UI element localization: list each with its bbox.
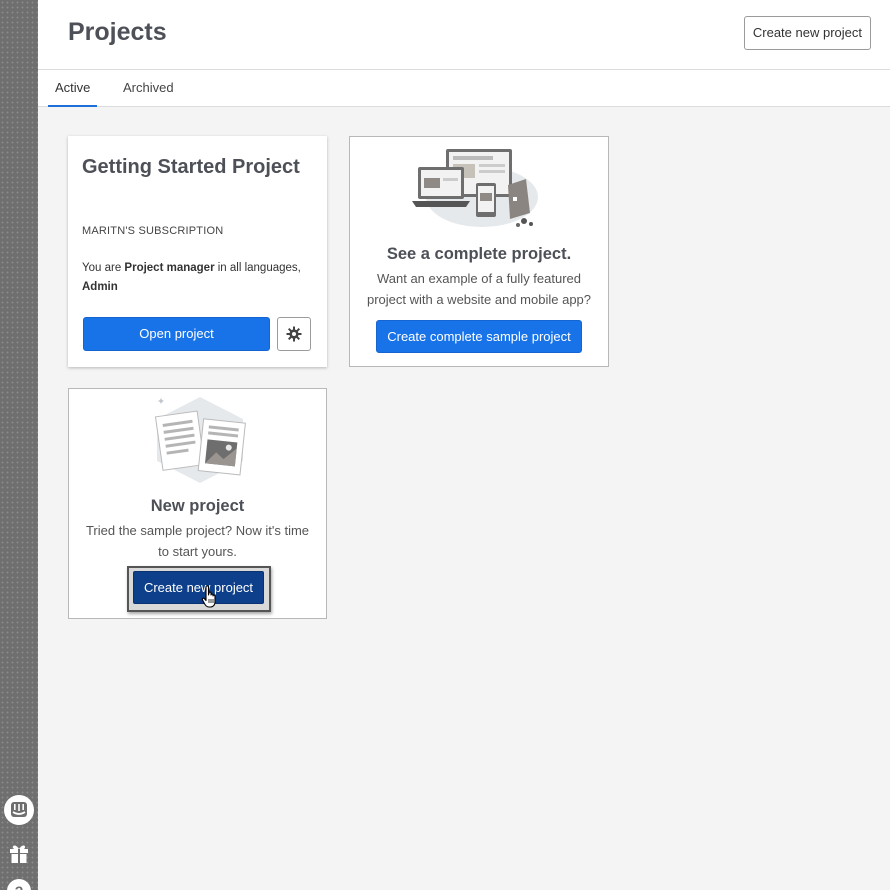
create-new-project-button-header[interactable]: Create new project	[743, 16, 871, 50]
gift-icon[interactable]	[2, 836, 36, 870]
create-sample-project-button[interactable]: Create complete sample project	[376, 320, 582, 353]
open-project-button[interactable]: Open project	[83, 317, 270, 351]
role-extra: Admin	[82, 281, 118, 293]
new-project-description-line2: to start yours.	[158, 544, 237, 559]
chat-icon[interactable]	[2, 793, 36, 827]
role-description: You are Project manager in all languages…	[82, 259, 312, 297]
new-project-description-line1: Tried the sample project? Now it's time	[85, 523, 310, 538]
documents-illustration-icon	[154, 397, 246, 483]
new-project-card: New project Tried the sample project? No…	[68, 388, 327, 619]
sample-card-description-line1: Want an example of a fully featured	[376, 271, 582, 286]
sample-project-card: See a complete project. Want an example …	[349, 136, 609, 367]
role-prefix: You are	[82, 262, 125, 274]
tab-bar: Active Archived	[38, 70, 890, 107]
sample-card-description-line2: project with a website and mobile app?	[366, 292, 592, 307]
new-project-card-title: New project	[150, 497, 245, 515]
project-card-getting-started: Getting Started Project MARITN'S SUBSCRI…	[68, 136, 327, 367]
gear-icon	[286, 326, 302, 342]
role-mid: in all languages,	[214, 262, 301, 274]
hand-cursor-icon	[201, 585, 216, 608]
subscription-label: MARITN'S SUBSCRIPTION	[82, 225, 224, 237]
help-icon[interactable]: ?	[2, 874, 36, 890]
create-new-project-button[interactable]: Create new project	[133, 571, 264, 604]
left-sidebar: ?	[0, 0, 38, 890]
sample-card-title: See a complete project.	[386, 245, 572, 263]
page-header: Projects Create new project	[38, 0, 890, 70]
project-settings-button[interactable]	[277, 317, 311, 351]
role-name: Project manager	[124, 262, 215, 274]
tab-archived[interactable]: Archived	[116, 70, 181, 107]
svg-text:?: ?	[15, 883, 24, 890]
tab-active[interactable]: Active	[48, 70, 98, 107]
page-title: Projects	[68, 18, 167, 46]
devices-illustration-icon	[412, 149, 538, 227]
project-title: Getting Started Project	[82, 156, 300, 178]
